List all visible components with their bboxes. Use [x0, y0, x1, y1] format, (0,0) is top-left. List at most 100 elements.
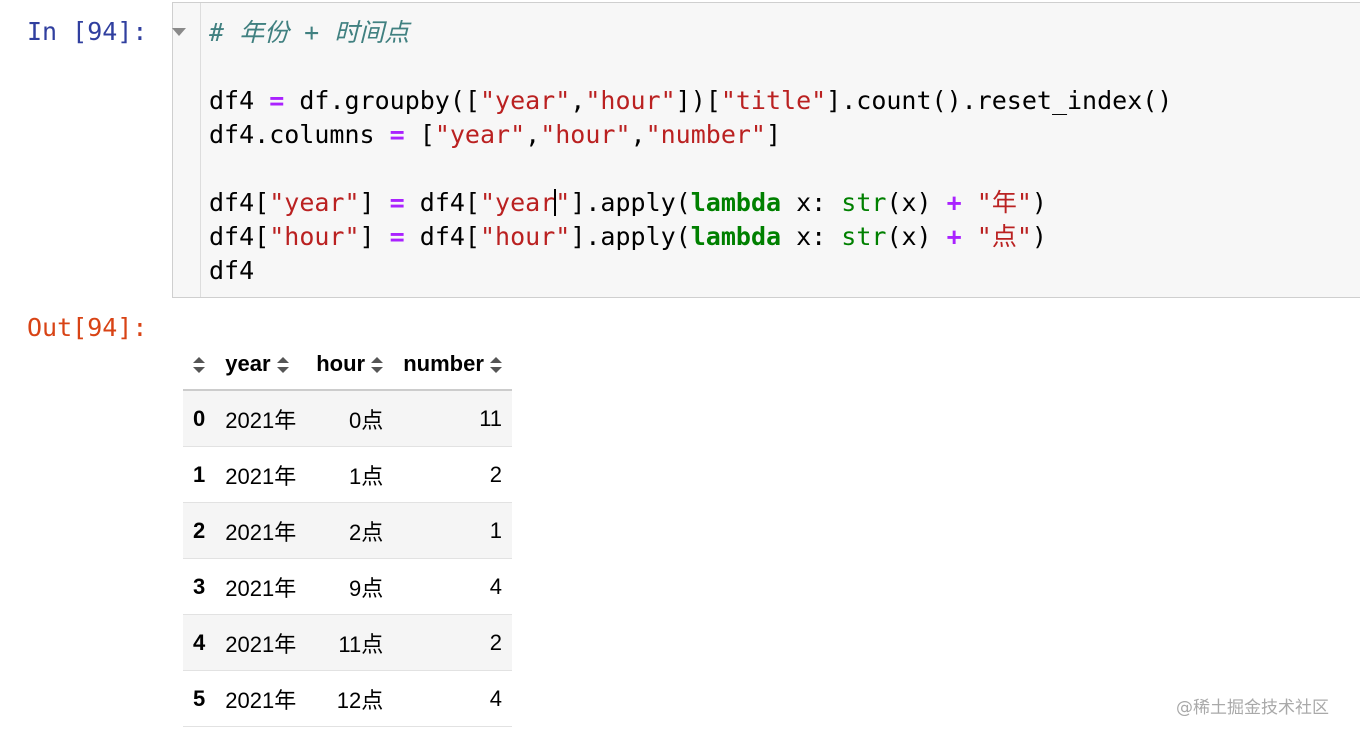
code-line-1: # 年份 + 时间点	[209, 16, 1172, 50]
cell-year: 2021年	[215, 670, 307, 727]
code-token: ,	[525, 120, 541, 149]
table-row: 0 2021年 0点 11	[183, 390, 513, 447]
code-token: =	[389, 188, 405, 217]
code-line-6: df4["hour"] = df4["hour"].apply(lambda x…	[209, 220, 1172, 254]
code-token: "title"	[720, 86, 827, 115]
watermark: @稀土掘金技术社区	[1176, 698, 1329, 718]
cell-year: 2021年	[215, 446, 307, 503]
code-line-2: df4 = df.groupby(["year","hour"])["title…	[209, 84, 1172, 118]
code-token: )	[1031, 222, 1047, 251]
cell-hour: 1点	[306, 446, 394, 503]
cell-year: 2021年	[215, 502, 307, 559]
cell-hour: 12点	[306, 670, 394, 727]
column-header-label: number	[403, 350, 484, 376]
sort-icon[interactable]	[490, 356, 503, 373]
code-token: "点"	[976, 222, 1032, 251]
index-header[interactable]	[183, 338, 216, 391]
code-token: "year	[480, 188, 556, 217]
code-token: )	[1031, 188, 1047, 217]
code-token: (x)	[886, 188, 932, 217]
row-index: 4	[183, 614, 216, 671]
row-index: 3	[183, 558, 216, 615]
dataframe-table: year hour number 0 2021年 0点 11 1 2021年 1…	[183, 338, 513, 727]
code-token: "	[555, 188, 571, 217]
code-token: [	[419, 120, 435, 149]
table-row: 1 2021年 1点 2	[183, 446, 513, 503]
code-token: df4.columns	[209, 120, 375, 149]
code-token: "year"	[434, 120, 526, 149]
code-token: "year"	[479, 86, 571, 115]
code-comment: # 年份 + 时间点	[209, 18, 410, 47]
code-editor[interactable]: # 年份 + 时间点 df4 = df.groupby(["year","hou…	[209, 16, 1172, 288]
column-header-year[interactable]: year	[215, 338, 307, 391]
code-token: ].apply(	[570, 222, 691, 251]
code-token: "number"	[645, 120, 766, 149]
code-token: +	[946, 222, 962, 251]
cell-number: 1	[393, 502, 513, 559]
code-token: ,	[570, 86, 586, 115]
column-header-label: year	[225, 350, 271, 376]
code-token: "hour"	[269, 222, 360, 251]
code-token: (x)	[886, 222, 932, 251]
code-token: ].count().reset_index()	[826, 86, 1173, 115]
cell-number: 4	[393, 670, 513, 727]
row-index: 2	[183, 502, 216, 559]
code-token: =	[389, 120, 405, 149]
code-token: "hour"	[585, 86, 676, 115]
code-token: ])[	[675, 86, 721, 115]
code-token: "hour"	[480, 222, 571, 251]
table-header-row: year hour number	[183, 338, 513, 391]
code-token: x:	[796, 188, 827, 217]
code-token: +	[946, 188, 962, 217]
table-row: 4 2021年 11点 2	[183, 614, 513, 671]
code-token: =	[269, 86, 285, 115]
code-token: df.groupby([	[299, 86, 480, 115]
code-token: "年"	[976, 188, 1032, 217]
cell-year: 2021年	[215, 558, 307, 615]
cell-hour: 11点	[306, 614, 394, 671]
table-row: 5 2021年 12点 4	[183, 670, 513, 727]
code-token: df4[	[419, 188, 480, 217]
code-token: ,	[630, 120, 646, 149]
cell-year: 2021年	[215, 614, 307, 671]
row-index: 0	[183, 390, 216, 447]
code-token: str	[841, 222, 887, 251]
code-token: df4[	[209, 222, 270, 251]
sort-icon[interactable]	[276, 356, 289, 373]
row-index: 5	[183, 670, 216, 727]
cell-number: 2	[393, 446, 513, 503]
code-token: df4[	[209, 188, 270, 217]
cell-hour: 0点	[306, 390, 394, 447]
cell-number: 2	[393, 614, 513, 671]
code-token: lambda	[690, 188, 782, 217]
cell-number: 4	[393, 558, 513, 615]
code-token: df4	[209, 256, 255, 285]
cell-hour: 9点	[306, 558, 394, 615]
row-index: 1	[183, 446, 216, 503]
code-token: "year"	[269, 188, 360, 217]
code-token: df4	[209, 86, 255, 115]
column-header-number[interactable]: number	[393, 338, 513, 391]
code-token: "hour"	[540, 120, 631, 149]
code-token: x:	[796, 222, 827, 251]
input-prompt: In [94]:	[27, 17, 148, 46]
code-token: ]	[359, 188, 375, 217]
code-line-7: df4	[209, 254, 1172, 288]
code-token: lambda	[690, 222, 782, 251]
code-token: =	[389, 222, 405, 251]
code-token: ]	[359, 222, 375, 251]
code-token: df4[	[419, 222, 480, 251]
code-token: ].apply(	[570, 188, 691, 217]
code-token: ]	[766, 120, 782, 149]
sort-icon[interactable]	[371, 356, 384, 373]
code-line-5: df4["year"] = df4["year"].apply(lambda x…	[209, 186, 1172, 220]
column-header-hour[interactable]: hour	[306, 338, 394, 391]
table-row: 2 2021年 2点 1	[183, 502, 513, 559]
column-header-label: hour	[316, 350, 366, 376]
sort-icon[interactable]	[193, 356, 206, 373]
code-line-3: df4.columns = ["year","hour","number"]	[209, 118, 1172, 152]
cell-hour: 2点	[306, 502, 394, 559]
collapse-arrow-icon[interactable]	[172, 28, 186, 36]
